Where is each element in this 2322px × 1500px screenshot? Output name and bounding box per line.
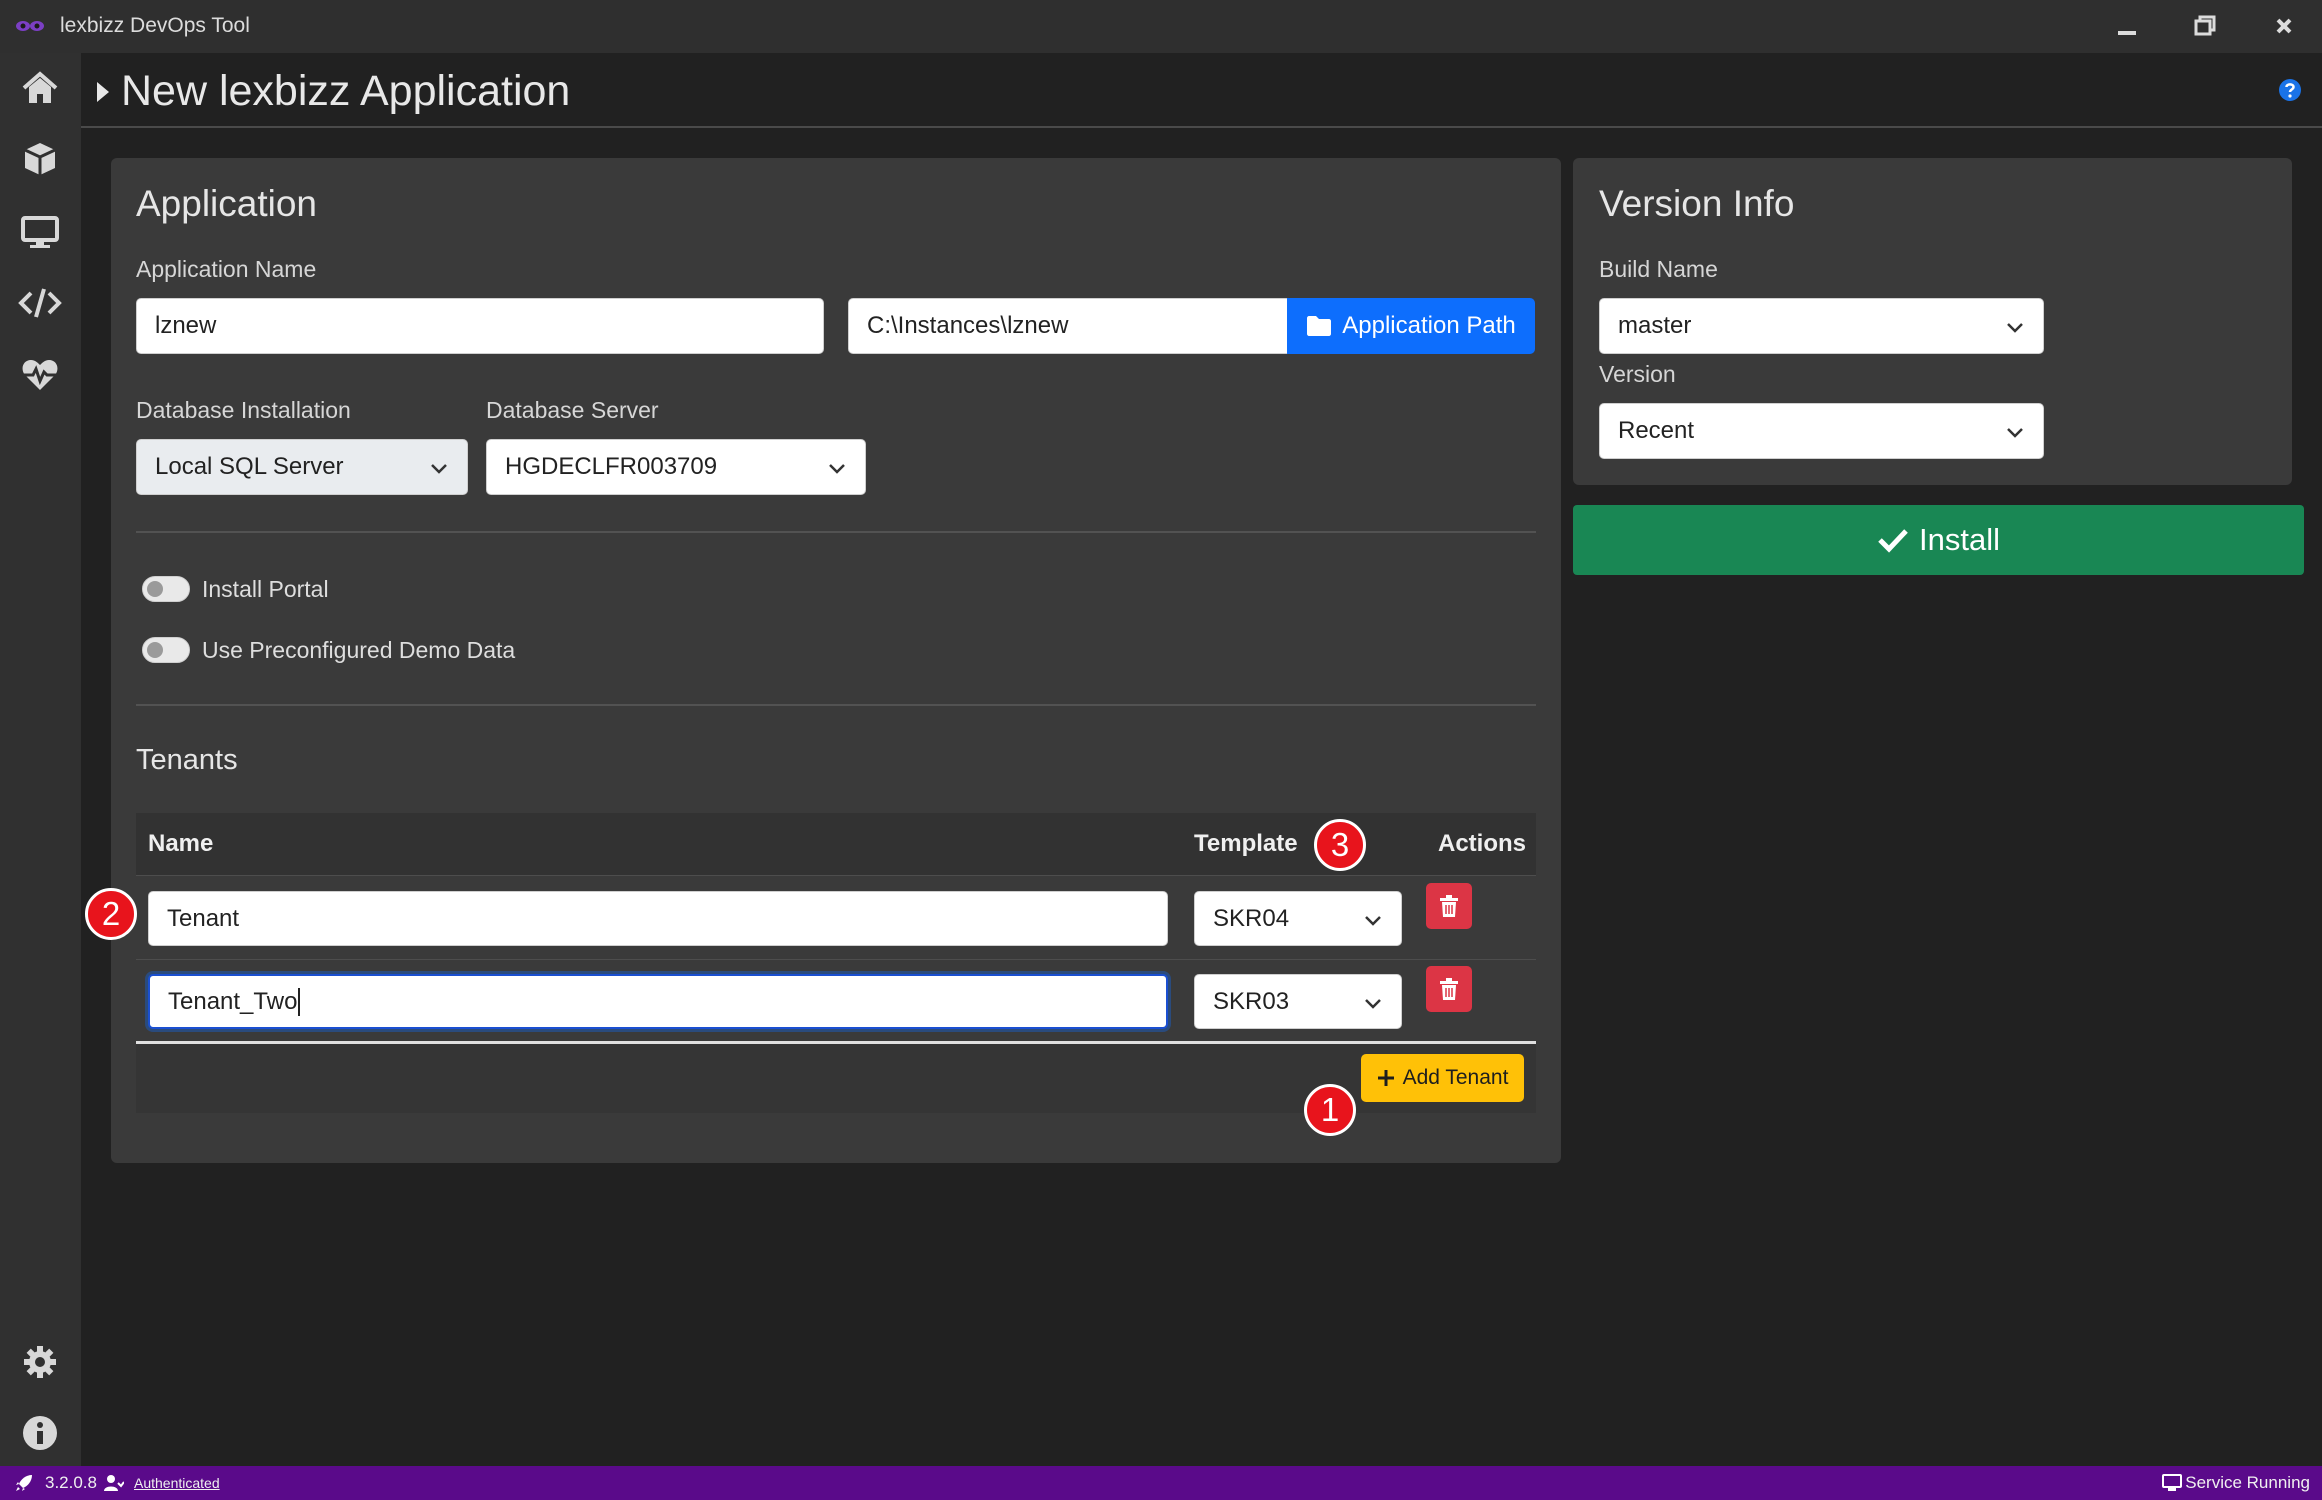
sidebar-item-health[interactable]	[16, 351, 64, 399]
application-section-title: Application	[136, 183, 318, 224]
caret-right-icon[interactable]	[95, 80, 111, 104]
server-status-icon	[2162, 1474, 2182, 1491]
sidebar-item-packages[interactable]	[16, 135, 64, 183]
page-title: New lexbizz Application	[121, 67, 571, 115]
version-label: Version	[1599, 361, 1676, 387]
sidebar-item-home[interactable]	[16, 64, 64, 112]
sidebar-item-instances[interactable]	[16, 208, 64, 256]
build-name-label: Build Name	[1599, 256, 1718, 282]
user-icon	[104, 1475, 124, 1491]
version-select[interactable]: Recent	[1599, 403, 2044, 459]
sidebar-item-settings[interactable]	[16, 1338, 64, 1386]
code-icon	[18, 288, 62, 318]
status-bar: 3.2.0.8 Authenticated Service Running	[0, 1466, 2322, 1500]
cube-icon	[24, 143, 56, 175]
rocket-icon	[16, 1475, 32, 1491]
app-logo-icon	[16, 21, 44, 31]
database-server-select[interactable]: HGDECLFR003709	[486, 439, 866, 495]
delete-tenant-button[interactable]	[1426, 966, 1472, 1012]
monitor-icon	[21, 216, 59, 248]
table-row: Tenant SKR04	[136, 876, 1536, 959]
minimize-icon	[2118, 31, 2136, 35]
install-portal-label: Install Portal	[202, 576, 329, 602]
callout-badge-1: 1	[1304, 1084, 1356, 1136]
close-button[interactable]	[2260, 8, 2310, 46]
help-icon[interactable]	[2278, 78, 2302, 102]
tenant-template-select[interactable]: SKR03	[1194, 974, 1402, 1029]
chevron-down-icon	[1365, 999, 1381, 1009]
table-row: Tenant_Two SKR03	[136, 960, 1536, 1043]
column-header-template: Template	[1194, 830, 1298, 857]
tenant-name-input[interactable]: Tenant_Two	[148, 974, 1168, 1029]
sidebar	[0, 53, 81, 1466]
folder-icon	[1307, 316, 1332, 336]
text-cursor	[298, 987, 301, 1016]
gear-icon	[24, 1346, 56, 1378]
application-path-input[interactable]: C:\Instances\lznew	[848, 298, 1290, 354]
chevron-down-icon	[1365, 916, 1381, 926]
trash-icon	[1440, 978, 1458, 1000]
tenant-name-value: Tenant_Two	[168, 987, 298, 1015]
column-header-name: Name	[148, 830, 214, 857]
callout-badge-3: 3	[1314, 819, 1366, 871]
install-button[interactable]: Install	[1573, 505, 2304, 575]
database-installation-label: Database Installation	[136, 397, 351, 423]
database-server-label: Database Server	[486, 397, 659, 423]
database-installation-value: Local SQL Server	[155, 453, 344, 480]
sidebar-item-about[interactable]	[16, 1409, 64, 1457]
application-name-label: Application Name	[136, 256, 317, 282]
home-icon	[22, 71, 58, 103]
page-header: New lexbizz Application	[81, 53, 2322, 128]
version-info-title: Version Info	[1599, 183, 1795, 224]
add-tenant-button[interactable]: Add Tenant	[1361, 1054, 1524, 1102]
column-header-actions: Actions	[1438, 830, 1527, 857]
tenant-template-value: SKR04	[1213, 904, 1290, 932]
install-portal-toggle[interactable]	[142, 576, 190, 602]
application-name-input[interactable]: lznew	[136, 298, 824, 354]
application-path-button-label: Application Path	[1342, 312, 1516, 339]
sidebar-item-development[interactable]	[16, 279, 64, 327]
version-value: Recent	[1618, 417, 1695, 444]
heartbeat-icon	[22, 360, 58, 390]
demo-data-label: Use Preconfigured Demo Data	[202, 637, 516, 663]
build-name-value: master	[1618, 312, 1692, 339]
app-version: 3.2.0.8	[45, 1473, 97, 1492]
trash-icon	[1440, 895, 1458, 917]
section-divider	[136, 531, 1536, 533]
close-icon	[2276, 18, 2292, 34]
add-tenant-label: Add Tenant	[1402, 1066, 1509, 1089]
section-divider	[136, 704, 1536, 706]
database-installation-select[interactable]: Local SQL Server	[136, 439, 468, 495]
restore-button[interactable]	[2180, 8, 2230, 46]
check-icon	[1878, 529, 1908, 553]
tenants-section-title: Tenants	[136, 744, 238, 776]
build-name-select[interactable]: master	[1599, 298, 2044, 354]
minimize-button[interactable]	[2101, 8, 2151, 46]
tenant-template-select[interactable]: SKR04	[1194, 891, 1402, 946]
auth-status-link[interactable]: Authenticated	[134, 1475, 220, 1491]
chevron-down-icon	[829, 464, 845, 474]
delete-tenant-button[interactable]	[1426, 883, 1472, 929]
chevron-down-icon	[2007, 323, 2023, 333]
database-server-value: HGDECLFR003709	[505, 453, 718, 480]
demo-data-toggle[interactable]	[142, 637, 190, 663]
callout-badge-2: 2	[85, 888, 137, 940]
restore-icon	[2194, 15, 2216, 36]
install-button-label: Install	[1919, 522, 2000, 557]
application-path-button[interactable]: Application Path	[1287, 298, 1535, 354]
tenant-template-value: SKR03	[1213, 987, 1290, 1015]
service-status: Service Running	[2185, 1473, 2310, 1492]
chevron-down-icon	[431, 464, 447, 474]
chevron-down-icon	[2007, 428, 2023, 438]
tenant-name-input[interactable]: Tenant	[148, 891, 1168, 946]
plus-icon	[1377, 1070, 1394, 1086]
info-icon	[23, 1416, 57, 1450]
window-title: lexbizz DevOps Tool	[60, 14, 250, 37]
title-bar: lexbizz DevOps Tool	[0, 0, 2322, 53]
